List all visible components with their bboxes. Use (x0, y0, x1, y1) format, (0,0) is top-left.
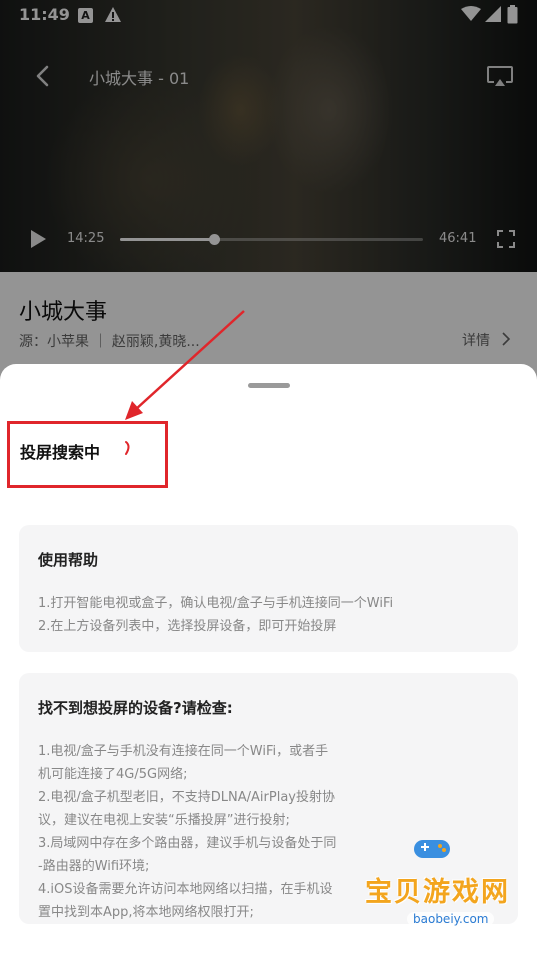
troubleshoot-line: 2.电视/盒子机型老旧，不支持DLNA/AirPlay投射协 (38, 790, 335, 805)
troubleshoot-line: 议，建议在电视上安装“乐播投屏”进行投射; (38, 813, 290, 828)
troubleshoot-title: 找不到想投屏的设备?请检查: (38, 699, 233, 717)
help-line: 2.在上方设备列表中，选择投屏设备，即可开始投屏 (38, 619, 337, 634)
troubleshoot-line: 3.局域网中存在多个路由器，建议手机与设备处于同 (38, 836, 337, 851)
troubleshoot-line: 4.iOS设备需要允许访问本地网络以扫描，在手机设 (38, 882, 333, 897)
watermark-url: baobeiy.com (407, 912, 495, 926)
troubleshoot-line: -路由器的Wifi环境; (38, 859, 150, 874)
watermark-text: 宝贝游戏网 (365, 877, 510, 908)
watermark-logo: 宝贝游戏网 baobeiy.com (360, 840, 530, 950)
sheet-drag-handle[interactable] (248, 383, 290, 388)
modal-scrim[interactable] (0, 0, 537, 382)
troubleshoot-line: 1.电视/盒子与手机没有连接在同一个WiFi，或者手 (38, 744, 329, 759)
gamepad-icon (414, 840, 450, 858)
help-line: 1.打开智能电视或盒子，确认电视/盒子与手机连接同一个WiFi (38, 596, 394, 611)
troubleshoot-line: 置中找到本App,将本地网络权限打开; (38, 905, 254, 920)
help-card: 使用帮助 1.打开智能电视或盒子，确认电视/盒子与手机连接同一个WiFi 2.在… (19, 525, 518, 652)
help-title: 使用帮助 (38, 551, 99, 569)
annotation-highlight-box (7, 421, 168, 488)
troubleshoot-line: 机可能连接了4G/5G网络; (38, 767, 188, 782)
